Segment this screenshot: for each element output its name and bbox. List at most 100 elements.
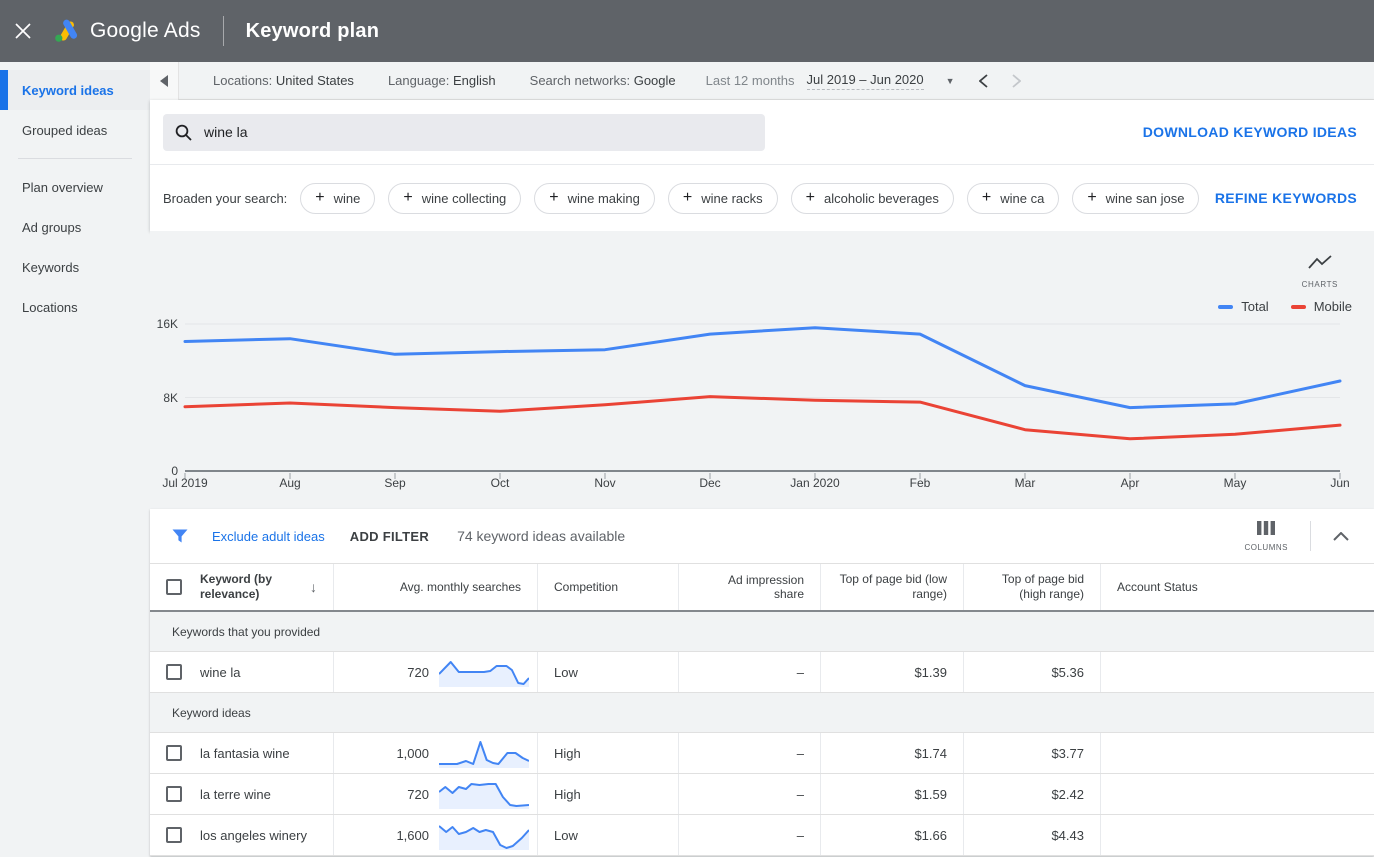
y-axis-tick: 8K bbox=[163, 391, 178, 405]
row-checkbox[interactable] bbox=[166, 786, 182, 802]
networks-value: Google bbox=[633, 73, 676, 88]
date-range-dropdown[interactable]: Last 12 months Jul 2019 – Jun 2020 ▼ bbox=[706, 72, 955, 90]
broaden-label: Broaden your search: bbox=[163, 190, 288, 206]
table-row[interactable]: los angeles winery 1,600 Low – $1.66 $4.… bbox=[150, 815, 1374, 856]
searches-sparkline bbox=[439, 820, 529, 850]
main-content: Locations: United States Language: Engli… bbox=[150, 61, 1374, 857]
sidebar-item-ad-groups[interactable]: Ad groups bbox=[0, 207, 150, 247]
legend-item-total[interactable]: Total bbox=[1218, 299, 1269, 314]
broaden-chip-alcoholic-beverages[interactable]: + alcoholic beverages bbox=[790, 182, 954, 214]
column-header-top-bid-low[interactable]: Top of page bid (low range) bbox=[820, 564, 963, 610]
sidebar-item-keyword-ideas[interactable]: Keyword ideas bbox=[0, 70, 150, 110]
mobile-series-swatch bbox=[1290, 304, 1306, 309]
account-status-cell bbox=[1100, 652, 1374, 692]
share-value: – bbox=[796, 786, 804, 802]
chevron-up-icon bbox=[1333, 531, 1349, 541]
column-header-label: Keyword (by relevance) bbox=[200, 572, 273, 601]
sidebar-item-keywords[interactable]: Keywords bbox=[0, 247, 150, 287]
searches-cell: 1,600 bbox=[333, 815, 537, 855]
collapse-panel-button[interactable] bbox=[150, 61, 179, 100]
searches-sparkline bbox=[439, 657, 529, 687]
searches-value: 1,000 bbox=[396, 745, 429, 761]
broaden-chip-wine-making[interactable]: + wine making bbox=[534, 182, 655, 214]
locations-setting[interactable]: Locations: United States bbox=[213, 73, 354, 88]
broaden-chip-wine-san-jose[interactable]: + wine san jose bbox=[1072, 182, 1200, 214]
keyword-cell: la fantasia wine bbox=[150, 733, 333, 773]
locations-label: Locations: bbox=[213, 73, 273, 88]
plus-icon: + bbox=[805, 189, 815, 206]
sidebar-divider bbox=[18, 158, 132, 159]
column-header-label: Account Status bbox=[1117, 580, 1198, 594]
competition-cell: High bbox=[537, 733, 678, 773]
sidebar-item-locations[interactable]: Locations bbox=[0, 287, 150, 327]
column-header-ad-impression-share[interactable]: Ad impression share bbox=[678, 564, 820, 610]
app-bar: Google Ads Keyword plan bbox=[0, 0, 1374, 62]
columns-button[interactable]: COLUMNS bbox=[1244, 520, 1288, 552]
section-label: Keyword ideas bbox=[172, 705, 251, 720]
next-period-button[interactable] bbox=[1011, 73, 1021, 88]
previous-period-button[interactable] bbox=[978, 73, 988, 88]
broaden-chip-wine-ca[interactable]: + wine ca bbox=[966, 182, 1060, 214]
refine-keywords-link[interactable]: REFINE KEYWORDS bbox=[1215, 190, 1357, 206]
collapse-table-button[interactable] bbox=[1333, 531, 1357, 541]
keyword-text: la terre wine bbox=[200, 786, 271, 802]
ad-impression-share-cell: – bbox=[678, 774, 820, 814]
section-label: Keywords that you provided bbox=[172, 624, 321, 639]
select-all-checkbox[interactable] bbox=[166, 579, 182, 595]
searches-value: 1,600 bbox=[396, 827, 429, 843]
table-row[interactable]: la fantasia wine 1,000 High – $1.74 $3.7… bbox=[150, 733, 1374, 774]
table-row[interactable]: wine la 720 Low – $1.39 $5.36 bbox=[150, 652, 1374, 693]
plus-icon: + bbox=[549, 189, 559, 206]
bid-high-value: $4.43 bbox=[1051, 827, 1084, 843]
column-header-avg-monthly-searches[interactable]: Avg. monthly searches bbox=[333, 564, 537, 610]
column-header-account-status[interactable]: Account Status bbox=[1100, 564, 1374, 610]
selected-indicator bbox=[0, 70, 8, 110]
column-header-top-bid-high[interactable]: Top of page bid (high range) bbox=[963, 564, 1100, 610]
language-setting[interactable]: Language: English bbox=[388, 73, 496, 88]
legend-item-mobile[interactable]: Mobile bbox=[1269, 299, 1352, 314]
bid-high-value: $3.77 bbox=[1051, 745, 1084, 761]
chip-label: wine racks bbox=[701, 190, 763, 206]
sidebar-item-grouped-ideas[interactable]: Grouped ideas bbox=[0, 110, 150, 150]
language-label: Language: bbox=[387, 73, 450, 88]
competition-value: Low bbox=[554, 827, 578, 843]
charts-toggle-button[interactable]: CHARTS bbox=[1302, 255, 1338, 289]
top-bid-low-cell: $1.59 bbox=[820, 774, 963, 814]
keyword-cell: wine la bbox=[150, 652, 333, 692]
keyword-search-box[interactable] bbox=[163, 113, 765, 151]
chip-label: wine bbox=[333, 190, 361, 206]
brand-name: Google Ads bbox=[90, 19, 201, 42]
bid-low-value: $1.39 bbox=[914, 664, 947, 680]
close-icon[interactable] bbox=[0, 23, 46, 39]
sidebar-item-plan-overview[interactable]: Plan overview bbox=[0, 167, 150, 207]
row-checkbox[interactable] bbox=[166, 827, 182, 843]
chart-line-icon bbox=[1308, 255, 1332, 269]
keyword-cell: la terre wine bbox=[150, 774, 333, 814]
searches-value: 720 bbox=[407, 664, 429, 680]
search-input[interactable] bbox=[204, 124, 724, 140]
share-value: – bbox=[796, 827, 804, 843]
column-header-competition[interactable]: Competition bbox=[537, 564, 678, 610]
broaden-chip-wine[interactable]: + wine bbox=[300, 182, 376, 214]
row-checkbox[interactable] bbox=[166, 664, 182, 680]
legend-label: Total bbox=[1241, 299, 1269, 314]
plus-icon: + bbox=[682, 189, 693, 206]
download-keyword-ideas-link[interactable]: DOWNLOAD KEYWORD IDEAS bbox=[1143, 124, 1357, 140]
sidebar-item-label: Ad groups bbox=[22, 219, 82, 235]
legend-label: Mobile bbox=[1313, 299, 1352, 314]
broaden-chip-wine-racks[interactable]: + wine racks bbox=[667, 182, 778, 214]
column-header-keyword[interactable]: Keyword (by relevance) ↓ bbox=[150, 564, 333, 610]
x-axis-tick-label: Feb bbox=[909, 476, 931, 490]
x-axis-tick-label: May bbox=[1223, 476, 1247, 490]
add-filter-button[interactable]: ADD FILTER bbox=[350, 529, 429, 544]
table-row[interactable]: la terre wine 720 High – $1.59 $2.42 bbox=[150, 774, 1374, 815]
exclude-adult-ideas-link[interactable]: Exclude adult ideas bbox=[212, 529, 325, 544]
chip-label: wine collecting bbox=[421, 190, 507, 206]
searches-cell: 1,000 bbox=[333, 733, 537, 773]
broaden-chip-wine-collecting[interactable]: + wine collecting bbox=[388, 182, 522, 214]
x-axis-tick-label: Mar bbox=[1014, 476, 1036, 490]
row-checkbox[interactable] bbox=[166, 745, 182, 761]
plus-icon: + bbox=[981, 189, 992, 206]
column-header-label: Top of page bid (low range) bbox=[839, 572, 947, 601]
networks-setting[interactable]: Search networks: Google bbox=[530, 73, 676, 88]
